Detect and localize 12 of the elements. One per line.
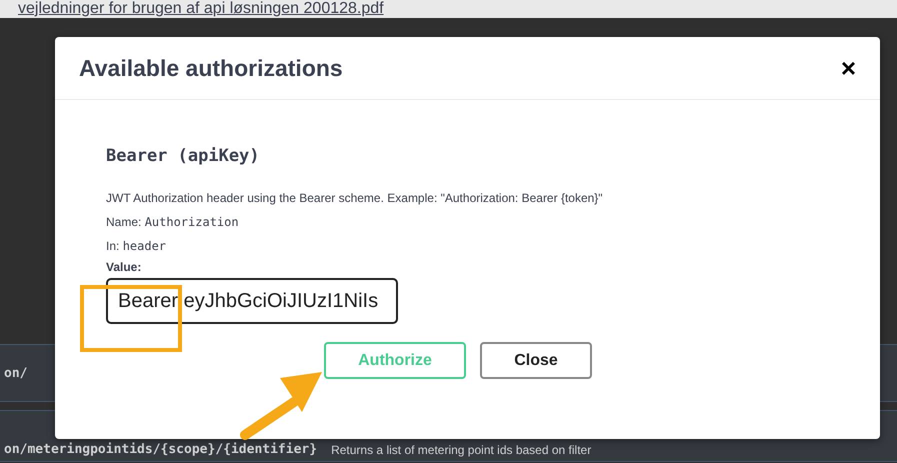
close-button[interactable]: ×: [840, 52, 856, 84]
endpoint-path: on/: [4, 366, 28, 380]
dialog-title: Available authorizations: [79, 54, 343, 82]
endpoint-path: on/meteringpointids/{scope}/{identifier}: [4, 442, 318, 457]
scheme-title: Bearer (apiKey): [106, 146, 261, 166]
in-line: In: header: [106, 238, 168, 255]
close-button[interactable]: Close: [480, 342, 592, 379]
endpoint-description: Returns a list of metering point ids based on filter: [331, 443, 592, 457]
value-input[interactable]: Bearer eyJhbGciOiJIUzI1NiIs: [106, 278, 398, 324]
name-line: Name: Authorization: [106, 214, 240, 231]
scheme-description: JWT Authorization header using the Bearer scheme. Example: "Authorization: Bearer {token}": [106, 190, 604, 207]
value-label: Value:: [106, 260, 142, 274]
